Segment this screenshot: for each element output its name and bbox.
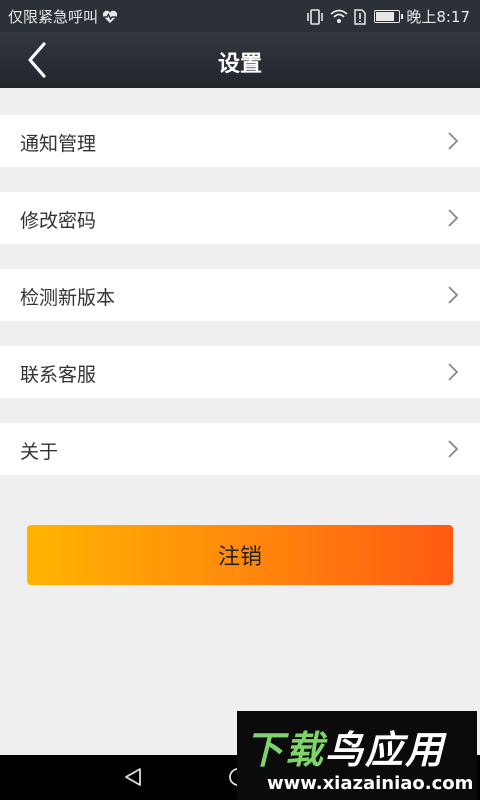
clock: 晚上8:17 (406, 8, 470, 26)
nav-back-icon[interactable] (122, 766, 144, 788)
chevron-right-icon (448, 209, 459, 227)
logout-button[interactable]: 注销 (27, 525, 453, 585)
menu-item-label: 联系客服 (20, 364, 97, 386)
status-right: 晚上8:17 (306, 6, 470, 27)
chevron-right-icon (448, 132, 459, 150)
status-left: 仅限紧急呼叫 (8, 6, 118, 27)
menu-item-check-update[interactable]: 检测新版本 (0, 269, 480, 321)
menu-item-label: 检测新版本 (20, 287, 116, 309)
menu-item-contact-support[interactable]: 联系客服 (0, 346, 480, 398)
watermark-logo: 下载鸟应用 www.xiazainiao.com (237, 711, 477, 800)
menu-item-label: 通知管理 (20, 133, 97, 155)
menu-item-label: 关于 (20, 441, 59, 463)
watermark-url: www.xiazainiao.com (267, 773, 474, 794)
page-title: 设置 (217, 52, 262, 77)
watermark-title-part: 下载 (245, 728, 326, 772)
emergency-call-text: 仅限紧急呼叫 (8, 8, 99, 26)
chevron-right-icon (448, 363, 459, 381)
sim-alert-icon (354, 8, 367, 25)
heart-pulse-icon (102, 10, 118, 23)
vibrate-icon (307, 8, 324, 25)
menu-item-notification-management[interactable]: 通知管理 (0, 115, 480, 167)
logout-label: 注销 (217, 545, 262, 570)
battery-level (376, 12, 395, 21)
wifi-icon (330, 9, 348, 23)
menu-item-about[interactable]: 关于 (0, 423, 480, 475)
watermark-title-part: 鸟应用 (325, 728, 446, 772)
menu-item-label: 修改密码 (20, 210, 97, 232)
chevron-right-icon (448, 286, 459, 304)
chevron-right-icon (448, 440, 459, 458)
menu-item-change-password[interactable]: 修改密码 (0, 192, 480, 244)
battery-icon (374, 10, 404, 23)
status-bar: 仅限紧急呼叫 晚上8:17 (0, 0, 480, 32)
title-bar: 设置 (0, 32, 480, 88)
watermark-title: 下载鸟应用 (245, 719, 445, 774)
